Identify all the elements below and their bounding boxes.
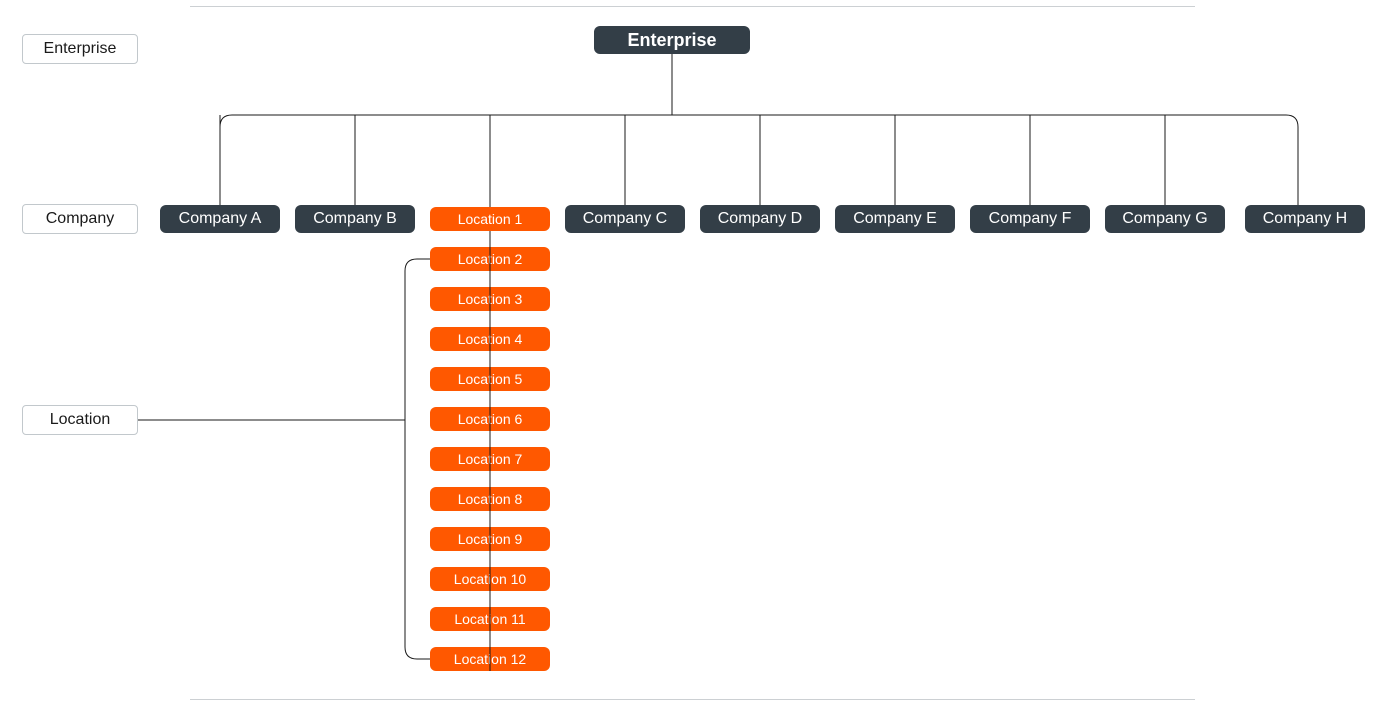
org-hierarchy-diagram: Enterprise Company Location Enterprise C… <box>0 0 1385 705</box>
node-location-12: Location 12 <box>430 647 550 671</box>
node-location-9: Location 9 <box>430 527 550 551</box>
connector-lines <box>0 0 1385 705</box>
node-location-4: Location 4 <box>430 327 550 351</box>
node-company-g: Company G <box>1105 205 1225 233</box>
legend-enterprise: Enterprise <box>22 34 138 64</box>
node-location-2: Location 2 <box>430 247 550 271</box>
node-company-b: Company B <box>295 205 415 233</box>
node-location-1: Location 1 <box>430 207 550 231</box>
separator-bottom <box>190 699 1195 700</box>
node-location-8: Location 8 <box>430 487 550 511</box>
node-company-d: Company D <box>700 205 820 233</box>
separator-top <box>190 6 1195 7</box>
legend-location: Location <box>22 405 138 435</box>
node-location-6: Location 6 <box>430 407 550 431</box>
node-location-7: Location 7 <box>430 447 550 471</box>
node-company-e: Company E <box>835 205 955 233</box>
legend-company: Company <box>22 204 138 234</box>
node-location-11: Location 11 <box>430 607 550 631</box>
node-company-h: Company H <box>1245 205 1365 233</box>
node-company-f: Company F <box>970 205 1090 233</box>
node-company-a: Company A <box>160 205 280 233</box>
node-location-3: Location 3 <box>430 287 550 311</box>
node-enterprise: Enterprise <box>594 26 750 54</box>
node-location-5: Location 5 <box>430 367 550 391</box>
node-company-c: Company C <box>565 205 685 233</box>
node-location-10: Location 10 <box>430 567 550 591</box>
